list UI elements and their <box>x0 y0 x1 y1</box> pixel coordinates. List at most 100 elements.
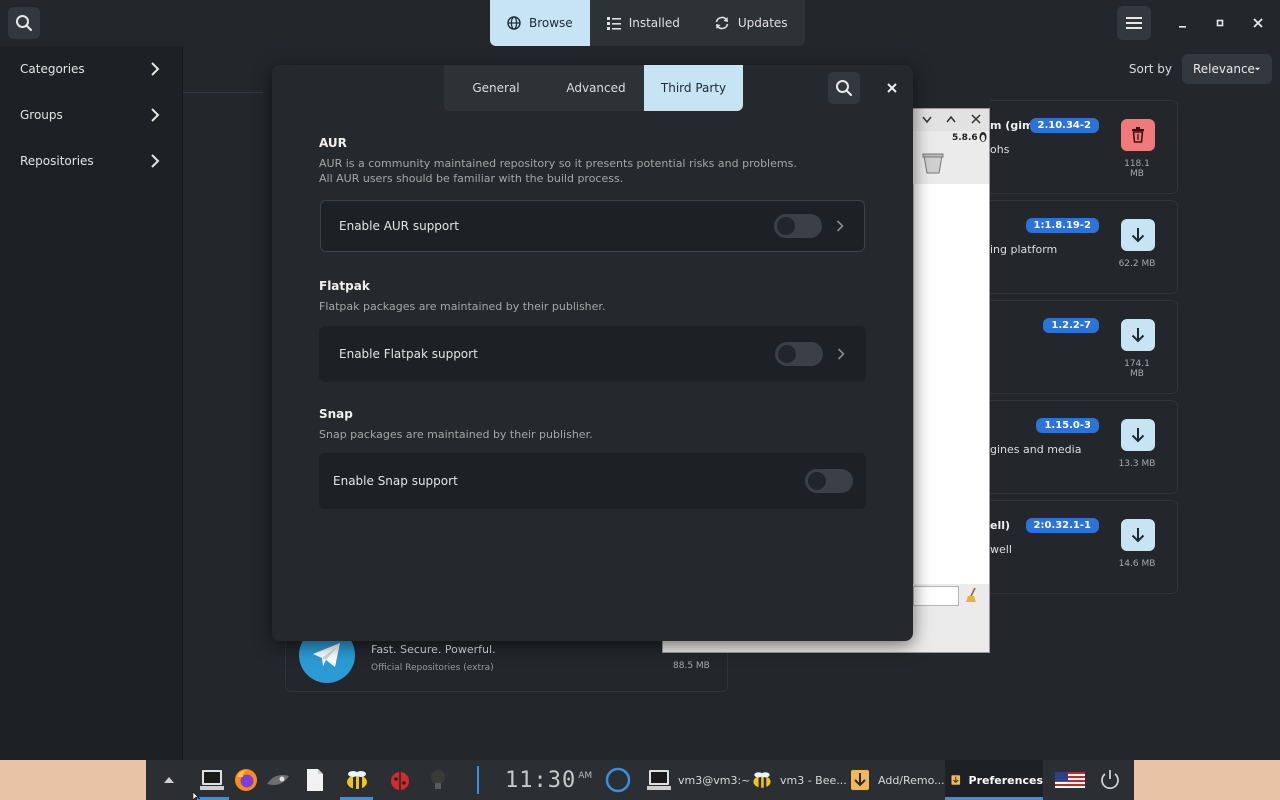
tab-updates-label: Updates <box>737 16 788 30</box>
minimize-button[interactable] <box>1165 6 1199 40</box>
download-arrow-icon <box>1131 428 1145 443</box>
package-card[interactable]: ell) well 2:0.32.1-1 14.6 MB <box>990 500 1178 594</box>
remove-button[interactable] <box>1121 119 1155 151</box>
sidebar-item-categories[interactable]: Categories <box>0 46 182 92</box>
tab-installed[interactable]: Installed <box>590 0 697 46</box>
package-size: 174.1 MB <box>1124 359 1150 379</box>
power-button[interactable] <box>1098 760 1122 800</box>
tab-advanced[interactable]: Advanced <box>548 65 644 111</box>
broom-icon <box>966 587 976 602</box>
package-card[interactable]: ing platform 1:1.8.19-2 62.2 MB <box>990 200 1178 294</box>
list-icon <box>606 17 621 30</box>
install-button[interactable] <box>1121 419 1155 451</box>
package-download-icon <box>951 775 961 785</box>
chevron-right-icon <box>837 348 845 360</box>
preferences-close-button[interactable] <box>880 76 904 100</box>
sort-label: Sort by <box>1128 62 1172 76</box>
chevron-right-icon <box>151 108 160 122</box>
keyboard-layout-button[interactable] <box>1054 760 1086 800</box>
aur-support-toggle[interactable] <box>774 214 822 238</box>
taskbar: 11:30 AM vm3@vm3:~ vm3 - Bee... Add/Remo… <box>0 760 1280 800</box>
task-bee[interactable]: vm3 - Bee... <box>750 760 847 800</box>
sort-dropdown[interactable]: Relevance <box>1182 54 1272 84</box>
package-desc: ohs <box>990 143 1010 156</box>
task-terminal[interactable]: vm3@vm3:~ <box>646 760 750 800</box>
chevron-right-icon <box>151 62 160 76</box>
version-badge: 2:0.32.1-1 <box>1025 518 1099 533</box>
package-desc: gines and media <box>990 443 1082 456</box>
package-card[interactable]: 1.2.2-7 174.1 MB <box>990 300 1178 394</box>
package-card[interactable]: m (gimp) ohs 2.10.34-2 118.1 MB <box>990 100 1178 194</box>
search-button[interactable] <box>8 7 40 39</box>
install-button[interactable] <box>1121 519 1155 551</box>
package-size: 118.1 MB <box>1124 159 1150 179</box>
version-badge: 1:1.8.19-2 <box>1025 218 1099 233</box>
lightbulb-icon <box>431 770 445 789</box>
close-window-button[interactable] <box>1241 6 1275 40</box>
tab-advanced-label: Advanced <box>566 81 626 95</box>
task-label: vm3@vm3:~ <box>678 773 751 787</box>
document-icon <box>307 769 323 791</box>
workspace-indicator[interactable] <box>604 760 632 800</box>
close-icon <box>887 83 897 93</box>
task-add-remove[interactable]: Add/Remo... <box>850 760 945 800</box>
package-download-icon <box>851 770 869 790</box>
power-icon <box>1101 770 1119 790</box>
tab-third-party[interactable]: Third Party <box>644 65 743 111</box>
sidebar-item-repositories[interactable]: Repositories <box>0 138 182 184</box>
launcher-file-manager[interactable] <box>265 760 293 800</box>
flatpak-support-row[interactable]: Enable Flatpak support <box>319 326 866 382</box>
tab-third-party-label: Third Party <box>660 81 727 95</box>
aur-support-row[interactable]: Enable AUR support <box>320 200 865 252</box>
download-arrow-icon <box>1131 528 1145 543</box>
volume-level-icon <box>477 766 479 794</box>
preferences-tabs: General Advanced Third Party <box>444 65 743 111</box>
toggle-knob <box>778 345 796 363</box>
preferences-search-button[interactable] <box>828 72 860 104</box>
bee-icon <box>347 771 367 789</box>
main-menu-button[interactable] <box>1117 6 1151 40</box>
maximize-icon <box>1216 19 1224 27</box>
version-badge: 1.15.0-3 <box>1036 418 1099 433</box>
tab-general[interactable]: General <box>444 65 548 111</box>
background-window-pane <box>913 184 989 584</box>
chevron-right-icon <box>836 220 844 232</box>
launcher-text-editor[interactable] <box>302 760 328 800</box>
snap-support-label: Enable Snap support <box>333 474 458 488</box>
ring-icon <box>605 767 631 793</box>
tab-browse-label: Browse <box>529 16 573 30</box>
sidebar-item-label: Repositories <box>20 154 94 168</box>
package-desc: ing platform <box>990 243 1058 256</box>
taskbar-expand-button[interactable] <box>158 760 180 800</box>
volume-slider[interactable] <box>470 760 486 800</box>
kernel-version: 5.8.6 <box>952 133 978 143</box>
flatpak-support-toggle[interactable] <box>775 342 823 366</box>
launcher-bulb[interactable] <box>426 760 450 800</box>
view-tabs: Browse Installed Updates <box>490 0 805 46</box>
clock-widget[interactable]: 11:30 AM <box>505 760 592 800</box>
ladybug-icon <box>391 772 409 790</box>
sidebar-item-groups[interactable]: Groups <box>0 92 182 138</box>
version-badge: 1.2.2-7 <box>1043 318 1099 333</box>
aur-section-title: AUR <box>319 136 347 150</box>
flatpak-section-desc: Flatpak packages are maintained by their… <box>319 300 606 313</box>
launcher-firefox[interactable] <box>232 760 260 800</box>
close-icon <box>1253 18 1263 28</box>
tab-browse[interactable]: Browse <box>490 0 590 46</box>
package-card[interactable]: gines and media 1.15.0-3 13.3 MB <box>990 400 1178 494</box>
flatpak-section-title: Flatpak <box>319 279 370 293</box>
background-window-field[interactable] <box>913 586 959 606</box>
snap-section-desc: Snap packages are maintained by their pu… <box>319 428 593 441</box>
maximize-button[interactable] <box>1203 6 1237 40</box>
snap-support-toggle[interactable] <box>805 469 853 493</box>
tab-updates[interactable]: Updates <box>697 0 805 46</box>
snap-support-row[interactable]: Enable Snap support <box>319 453 866 509</box>
sidebar-item-label: Categories <box>20 62 85 76</box>
install-button[interactable] <box>1121 319 1155 351</box>
install-button[interactable] <box>1121 219 1155 251</box>
launcher-bee[interactable] <box>341 760 373 800</box>
launcher-ladybug[interactable] <box>386 760 414 800</box>
package-size: 88.5 MB <box>673 661 710 671</box>
task-preferences[interactable]: Preferences <box>945 760 1043 800</box>
rocket-icon <box>267 775 289 785</box>
